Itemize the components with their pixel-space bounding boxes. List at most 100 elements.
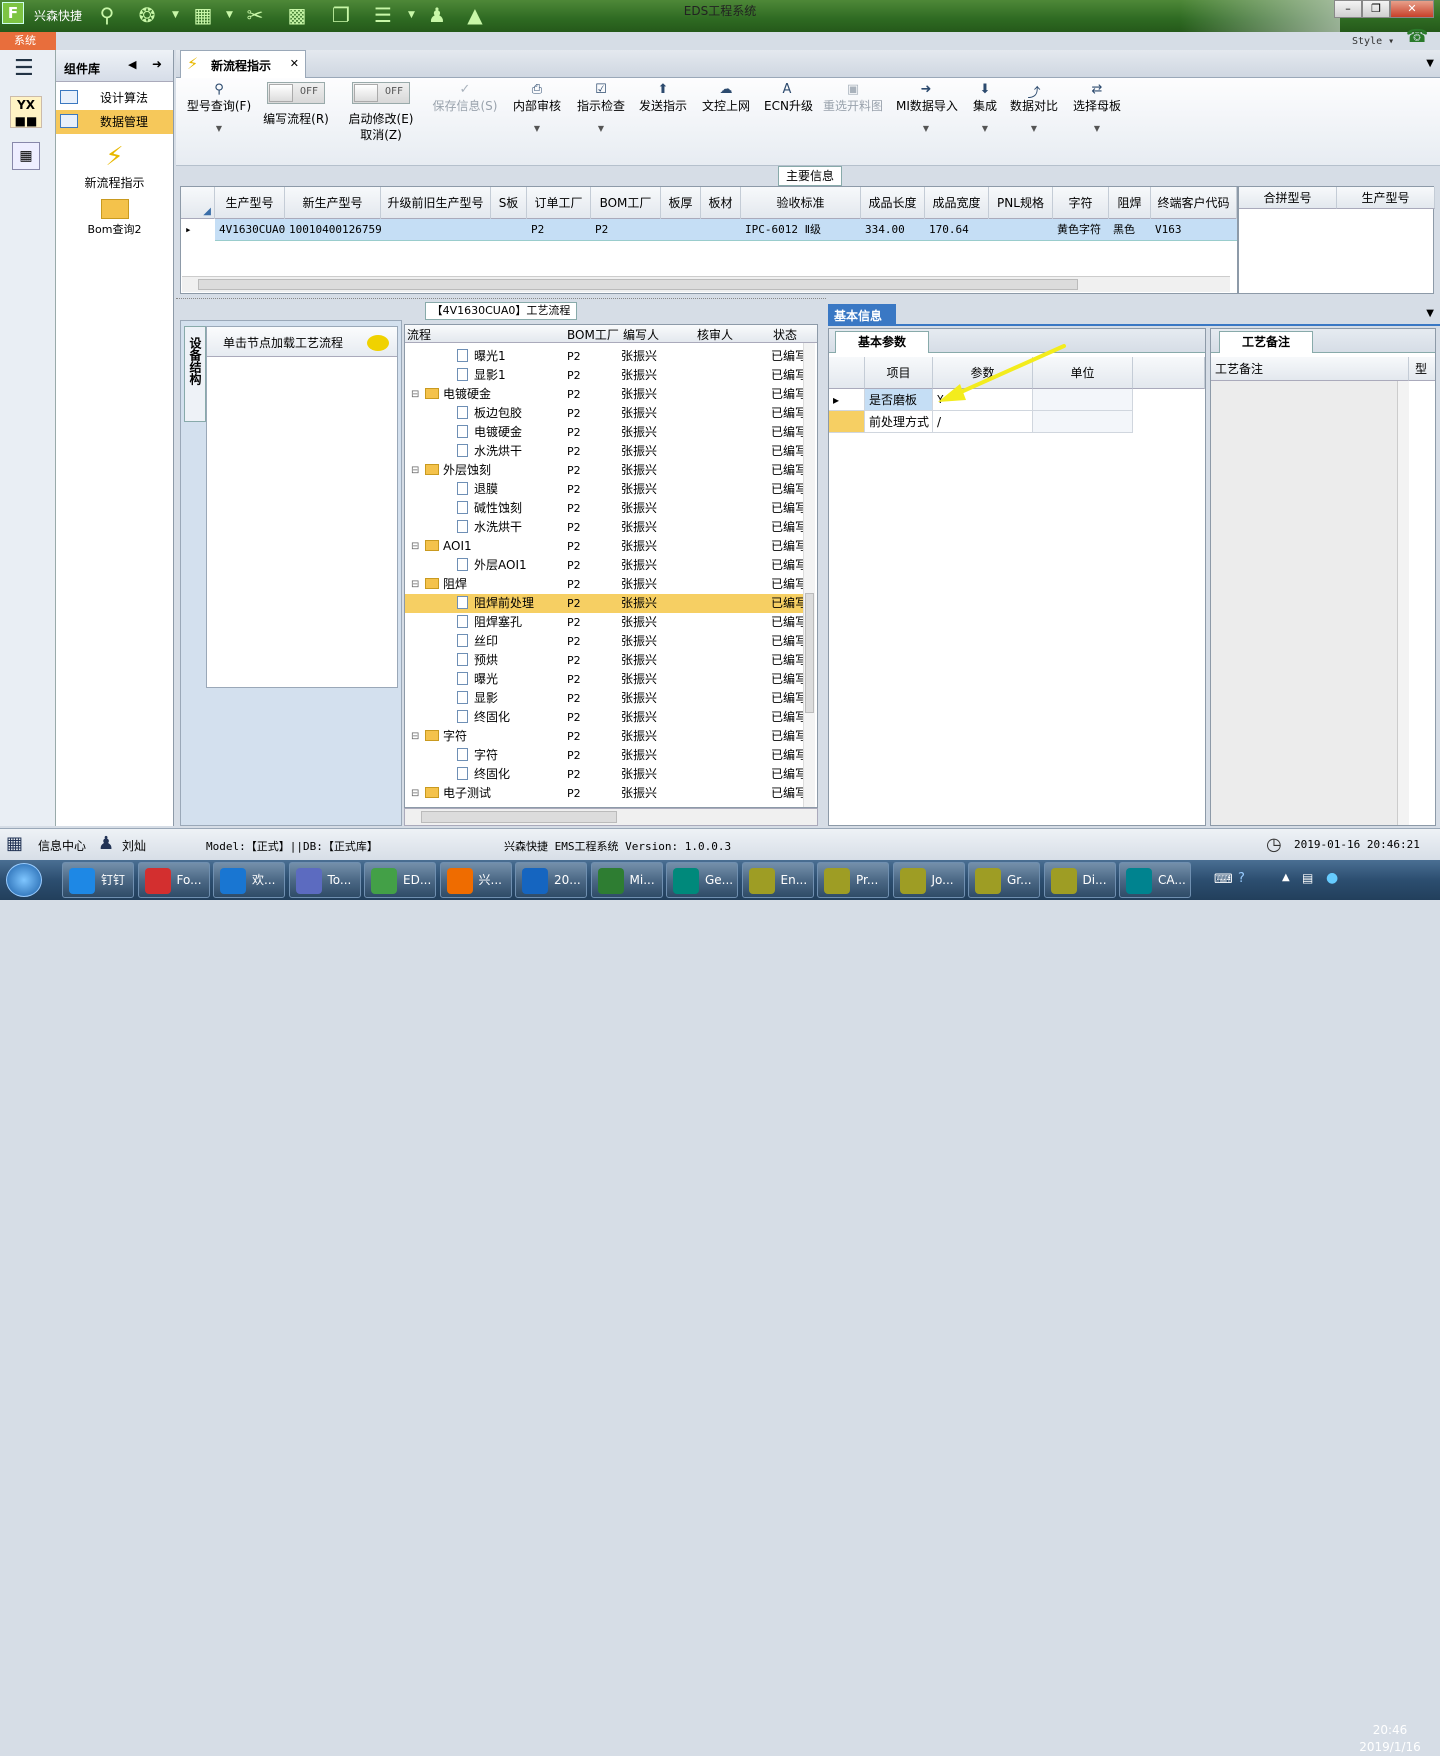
restore-button[interactable]: ❐ [1362,0,1390,18]
tab-basic-info[interactable]: 基本信息 [828,304,896,326]
table-row[interactable]: ▸ 4V1630CUA0 10010400126759 P2 P2 IPC-60… [181,219,1237,241]
collapse-toggle-icon[interactable]: ⊟ [411,537,419,556]
collapse-toggle-icon[interactable]: ⊟ [411,385,419,404]
start-button[interactable] [6,863,42,897]
model-query-button[interactable]: ⚲ 型号查询(F) ▼ [184,82,254,133]
tree-row[interactable]: 板边包胶 P2 张振兴 已编写 [405,404,807,423]
column-header[interactable]: 终端客户代码 [1151,187,1237,219]
tree-row[interactable]: 阻焊塞孔 P2 张振兴 已编写 [405,613,807,632]
column-header[interactable]: 板材 [701,187,741,219]
taskbar-button[interactable]: Di... [1043,862,1116,898]
calculator-icon[interactable]: ▦ [12,142,40,170]
tree-row[interactable]: 水洗烘干 P2 张振兴 已编写 [405,442,807,461]
tree-row[interactable]: 终固化 P2 张振兴 已编写 [405,765,807,784]
tree-node[interactable]: 电镀硬金 [457,423,522,442]
tree-row[interactable]: 曝光 P2 张振兴 已编写 [405,670,807,689]
column-header[interactable]: 生产型号 [1337,187,1435,209]
tree-node[interactable]: 显影1 [457,366,506,385]
table-cell[interactable] [989,219,1053,241]
tab-list-icon[interactable]: ▼ [1426,308,1434,319]
tree-row[interactable]: 丝印 P2 张振兴 已编写 [405,632,807,651]
horizontal-scrollbar[interactable] [182,276,1230,292]
doc-upload-button[interactable]: ☁ 文控上网 [700,82,752,114]
table-cell[interactable]: 10010400126759 [285,219,381,241]
table-cell[interactable] [701,219,741,241]
column-header[interactable]: 板厚 [661,187,701,219]
tree-row[interactable]: ⊟ 电子测试 P2 张振兴 已编写 [405,784,807,803]
column-header[interactable]: 成品宽度 [925,187,989,219]
tree-row[interactable]: 预烘 P2 张振兴 已编写 [405,651,807,670]
tree-node[interactable]: ⊟ 字符 [411,727,467,746]
table-cell[interactable] [1033,411,1133,433]
tab-new-process[interactable]: ⚡ 新流程指示 ✕ [180,50,306,79]
yx-factory-icon[interactable]: YX ■■ [10,96,42,128]
column-header[interactable]: 升级前旧生产型号 [381,187,491,219]
phone-icon[interactable]: ☎ [1406,26,1428,47]
internal-review-button[interactable]: ⎙ 内部审核 ▼ [512,82,562,133]
minimize-button[interactable]: – [1334,0,1362,18]
tree-node[interactable]: 水洗烘干 [457,518,522,537]
table-cell[interactable]: 170.64 [925,219,989,241]
device-structure-tab[interactable]: 设备结构 [184,326,206,422]
tree-row[interactable]: 显影 P2 张振兴 已编写 [405,689,807,708]
send-instruction-button[interactable]: ⬆ 发送指示 [638,82,688,114]
tab-list-icon[interactable]: ▼ [1426,58,1434,69]
taskbar-button[interactable]: 兴... [439,862,512,898]
tree-node[interactable]: 曝光 [457,670,498,689]
tree-node[interactable]: 板边包胶 [457,404,522,423]
cancel-edit-label[interactable]: 取消(Z) [346,127,416,143]
info-center-link[interactable]: 信息中心 [38,837,86,854]
tree-row[interactable]: 外层AOI1 P2 张振兴 已编写 [405,556,807,575]
keyboard-icon[interactable]: ⌨ [1214,872,1233,887]
tree-row[interactable]: 显影1 P2 张振兴 已编写 [405,366,807,385]
column-header[interactable]: 生产型号 [215,187,285,219]
instruction-check-button[interactable]: ☑ 指示检查 ▼ [576,82,626,133]
tray-expand-icon[interactable]: ▲ [1282,872,1290,883]
taskbar-button[interactable]: Fo... [137,862,210,898]
taskbar-button[interactable]: 20... [515,862,587,898]
column-header[interactable]: 验收标准 [741,187,861,219]
taskbar-button[interactable]: To... [288,862,361,898]
tree-node[interactable]: 终固化 [457,765,510,784]
column-header[interactable]: PNL规格 [989,187,1053,219]
system-tab[interactable]: 系统 [0,32,56,50]
column-header[interactable]: 阻焊 [1109,187,1151,219]
tree-row[interactable]: ⊟ 字符 P2 张振兴 已编写 [405,727,807,746]
table-cell[interactable]: P2 [591,219,661,241]
tree-node[interactable]: 阻焊前处理 [457,594,534,613]
tree-row[interactable]: 阻焊前处理 P2 张振兴 已编写 [405,594,807,613]
taskbar-button[interactable]: Pr... [817,862,889,898]
shield-icon[interactable]: ● [1326,870,1338,886]
taskbar-button[interactable]: ED... [364,862,436,898]
save-info-button[interactable]: ✓ 保存信息(S) [430,82,500,114]
tree-node[interactable]: 字符 [457,746,498,765]
mi-data-import-button[interactable]: ➜ MI数据导入 ▼ [896,82,958,133]
column-header[interactable]: 合拼型号 [1239,187,1337,209]
tree-node[interactable]: ⊟ 外层蚀刻 [411,461,491,480]
column-header[interactable]: 型 [1409,357,1435,381]
column-header[interactable]: 编写人 [623,326,659,343]
tree-node[interactable]: ⊟ 电子测试 [411,784,491,803]
node-load-header[interactable]: 单击节点加载工艺流程 [207,327,397,357]
tree-row[interactable]: 终固化 P2 张振兴 已编写 [405,708,807,727]
tree-node[interactable]: 阻焊塞孔 [457,613,522,632]
horizontal-scrollbar[interactable] [404,808,818,826]
tree-node[interactable]: 显影 [457,689,498,708]
column-header[interactable]: S板 [491,187,527,219]
component-item-design-algorithm[interactable]: 设计算法 [56,86,173,110]
column-header[interactable]: 流程 [407,326,431,343]
toggle-switch[interactable]: OFF [352,82,410,104]
tree-row[interactable]: ⊟ 阻焊 P2 张振兴 已编写 [405,575,807,594]
style-menu[interactable]: Style ▾ [1352,36,1394,47]
taskbar-button[interactable]: Mi... [590,862,663,898]
ecn-upgrade-button[interactable]: A ECN升级 [764,82,813,114]
pin-icon[interactable]: ➜ [152,57,162,71]
network-icon[interactable]: ▤ [1302,871,1313,885]
param-value-input[interactable]: / [933,411,1033,433]
tree-node[interactable]: 水洗烘干 [457,442,522,461]
table-cell[interactable] [491,219,527,241]
write-process-toggle[interactable]: OFF 编写流程(R) [260,82,332,127]
help-icon[interactable]: ? [1238,871,1245,886]
launcher-new-process[interactable]: ⚡ 新流程指示 [56,142,173,191]
tree-node[interactable]: 外层AOI1 [457,556,527,575]
